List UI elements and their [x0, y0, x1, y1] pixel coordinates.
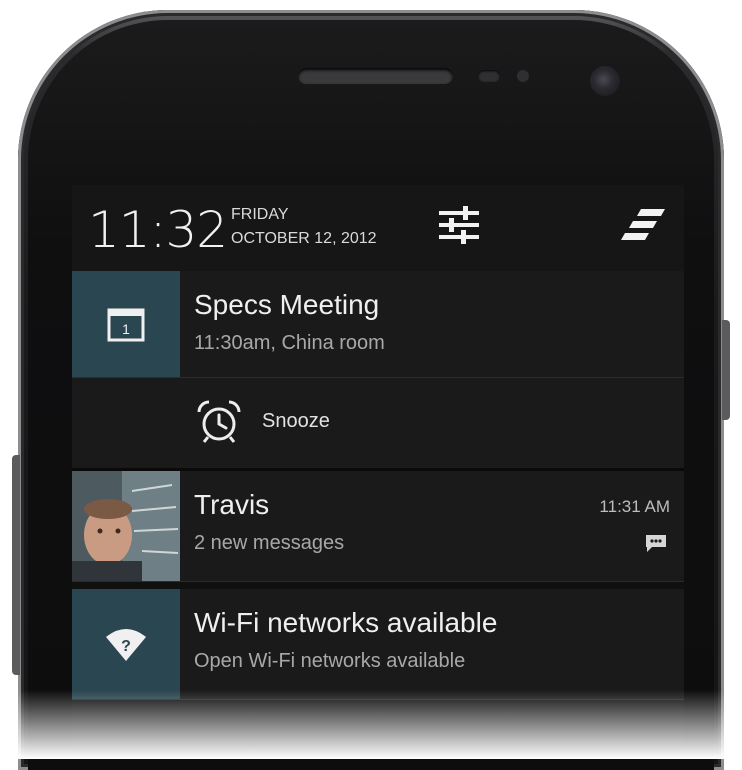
clock-day: FRIDAY [231, 206, 289, 223]
notification-wifi[interactable]: ? Wi-Fi networks available Open Wi-Fi ne… [72, 589, 684, 700]
notification-subtitle: 2 new messages [194, 532, 345, 554]
light-sensor [517, 70, 529, 82]
snooze-action[interactable]: Snooze [72, 377, 684, 472]
notification-title: Specs Meeting [194, 289, 380, 320]
snooze-label: Snooze [262, 410, 330, 432]
front-camera [590, 66, 620, 96]
settings-sliders-icon[interactable] [437, 203, 481, 247]
svg-text:?: ? [121, 638, 131, 655]
bottom-fade-overlay [0, 690, 742, 759]
earpiece-speaker [298, 68, 453, 84]
notification-message[interactable]: Travis 2 new messages 11:31 AM [72, 471, 684, 582]
clock-time: 11:32 [88, 201, 228, 259]
shade-header: 11:32 FRIDAY OCTOBER 12, 2012 [72, 185, 684, 272]
clear-all-icon[interactable] [619, 207, 667, 243]
alarm-clock-icon [197, 400, 241, 443]
contact-photo [72, 471, 180, 581]
power-button [722, 320, 730, 420]
message-icon [646, 535, 666, 552]
wifi-icon: ? [106, 629, 146, 661]
calendar-icon: 1 [107, 308, 145, 342]
notification-icon-box: ? [72, 589, 180, 699]
notification-title: Travis [194, 489, 270, 520]
calendar-day-number: 1 [122, 321, 130, 337]
notification-icon-box: 1 [72, 271, 180, 379]
clock-date: OCTOBER 12, 2012 [231, 230, 377, 247]
proximity-sensor [478, 70, 500, 82]
notification-subtitle: 11:30am, China room [194, 332, 385, 354]
notification-time: 11:31 AM [599, 497, 670, 516]
notification-calendar[interactable]: 1 Specs Meeting 11:30am, China room [72, 271, 684, 380]
notification-subtitle: Open Wi-Fi networks available [194, 650, 466, 672]
contact-photo-image [72, 471, 180, 581]
notification-title: Wi-Fi networks available [194, 607, 498, 638]
volume-button [12, 455, 20, 675]
notification-shade: 11:32 FRIDAY OCTOBER 12, 2012 1 Specs Me… [72, 185, 684, 759]
